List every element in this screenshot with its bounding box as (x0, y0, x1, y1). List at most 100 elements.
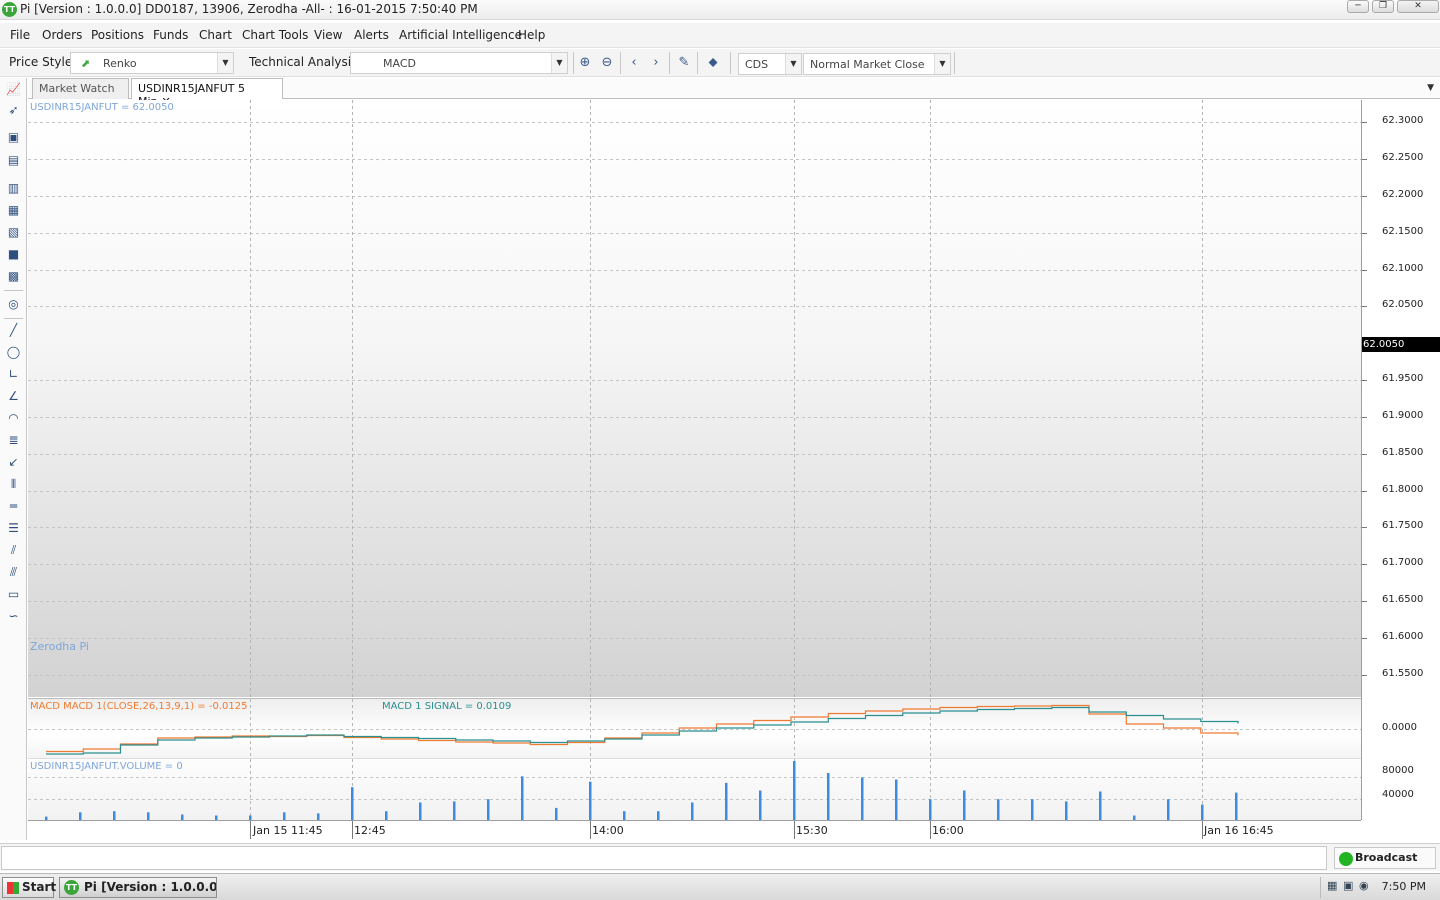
fibonacci-icon[interactable]: ≣ (5, 432, 22, 449)
drawing-tools-strip: 📈 ➶ ▣ ▤ ▥ ▦ ▧ ■ ▩ ◎ ╱ ◯ ∟ ∠ ◠ ≣ ↙ ⦀ ═ ☰ … (0, 78, 27, 840)
start-button[interactable]: Start (2, 877, 56, 898)
price-panel[interactable]: USDINR15JANFUT = 62.0050 Zerodha Pi (28, 100, 1361, 697)
market-type-value: Normal Market Close (810, 58, 925, 71)
close-window-button[interactable]: ✕ (1397, 0, 1439, 13)
menu-alerts[interactable]: Alerts (354, 28, 389, 42)
zoom-in-icon[interactable]: ⊕ (576, 54, 594, 72)
network-icon[interactable]: ▦ (1327, 879, 1341, 893)
chart-area[interactable]: USDINR15JANFUT = 62.0050 Zerodha Pi MACD… (28, 100, 1361, 821)
volume-plot (28, 759, 1361, 821)
chart-toolbar: Price Style ⬈ Renko ▼ Technical Analysis… (0, 49, 1440, 77)
parallel-lines-icon[interactable]: ⫽ (5, 542, 22, 559)
maximize-button[interactable]: ❐ (1372, 0, 1394, 13)
zoom-out-icon[interactable]: ⊖ (598, 54, 616, 72)
toolbar-separator (730, 52, 731, 74)
ellipse-icon[interactable]: ◯ (5, 344, 22, 361)
price-axis[interactable]: 62.0050 0.0000 80000 40000 62.3000 62.250… (1361, 100, 1440, 820)
tab-chart-usdinr[interactable]: USDINR15JANFUT 5 Min✕ (131, 78, 283, 108)
tab-bar: Market Watch USDINR15JANFUT 5 Min✕ ▼ (28, 78, 1440, 108)
template-icon[interactable]: ▤ (5, 152, 22, 169)
price-series-label: USDINR15JANFUT = 62.0050 (30, 102, 174, 113)
price-tick-label: 61.7500 (1382, 520, 1424, 532)
chevron-down-icon[interactable]: ▼ (785, 54, 801, 74)
price-tick-mark (1362, 122, 1367, 123)
time-tick-mark (590, 821, 591, 839)
horizontal-line-icon[interactable]: ═ (5, 498, 22, 515)
price-tick-mark (1362, 380, 1367, 381)
broadcast-status-icon (1339, 852, 1353, 866)
volume-bar (929, 799, 932, 821)
briefcase-dark-icon[interactable]: ■ (5, 246, 22, 263)
volume-bar (351, 787, 354, 821)
arrow-icon[interactable]: ↙ (5, 454, 22, 471)
rectangle-icon[interactable]: ▭ (5, 586, 22, 603)
volume-series-label: USDINR15JANFUT.VOLUME = 0 (30, 761, 183, 772)
menu-positions[interactable]: Positions (91, 28, 144, 42)
book-check-icon[interactable]: ▦ (5, 202, 22, 219)
time-axis[interactable]: Jan 15 11:45 12:45 14:00 15:30 16:00 Jan… (28, 820, 1361, 840)
vertical-lines-icon[interactable]: ⦀ (5, 476, 22, 493)
macd-panel[interactable]: MACD MACD 1(CLOSE,26,13,9,1) = -0.0125 M… (28, 698, 1361, 759)
scroll-left-icon[interactable]: ‹ (625, 54, 643, 72)
trend-line-icon[interactable]: ╱ (5, 322, 22, 339)
price-tick-label: 62.1000 (1382, 262, 1424, 274)
price-style-label: Price Style (9, 55, 73, 69)
menu-help[interactable]: Help (518, 28, 545, 42)
scroll-right-icon[interactable]: › (647, 54, 665, 72)
tab-list-chevron-icon[interactable]: ▼ (1427, 83, 1434, 93)
volume-bar (453, 801, 456, 821)
tab-label: Market Watch (39, 82, 115, 95)
chevron-down-icon[interactable]: ▼ (934, 54, 950, 74)
price-style-select[interactable]: ⬈ Renko ▼ (70, 52, 234, 74)
briefcase-icon[interactable]: ▧ (5, 224, 22, 241)
save-icon[interactable]: ▣ (5, 129, 22, 146)
edit-icon[interactable]: ✎ (675, 54, 693, 72)
menu-chart[interactable]: Chart (199, 28, 232, 42)
eraser-icon[interactable]: ⬥ (704, 54, 722, 72)
taskbar-item-pi[interactable]: TT Pi [Version : 1.0.0.0] D... (59, 877, 217, 898)
time-tick-mark (250, 821, 251, 839)
market-type-select[interactable]: Normal Market Close ▼ (803, 53, 951, 75)
menu-chart-tools[interactable]: Chart Tools (242, 28, 308, 42)
broadcast-indicator[interactable]: Broadcast (1334, 847, 1436, 869)
price-tick-label: 61.5500 (1382, 667, 1424, 679)
price-tick-mark (1362, 564, 1367, 565)
window-title: Pi [Version : 1.0.0.0] DD0187, 13906, Ze… (20, 2, 478, 16)
menu-file[interactable]: File (10, 28, 30, 42)
zerodha-pi-watermark: Zerodha Pi (30, 640, 89, 653)
ray-icon[interactable]: ∟ (5, 366, 22, 383)
arc-icon[interactable]: ◠ (5, 410, 22, 427)
chevron-down-icon[interactable]: ▼ (217, 53, 233, 73)
rocket-icon[interactable]: ➶ (5, 102, 22, 119)
toolbar-separator (697, 52, 698, 74)
angle-icon[interactable]: ∠ (5, 388, 22, 405)
chevron-down-icon[interactable]: ▼ (551, 53, 567, 73)
globe-icon[interactable]: ◎ (5, 296, 22, 313)
menu-artificial-intelligence[interactable]: Artificial Intelligence (399, 28, 522, 42)
pitchfork-icon[interactable]: ⫻ (5, 564, 22, 581)
volume-bar (1201, 804, 1204, 821)
menu-orders[interactable]: Orders (42, 28, 82, 42)
volume-bar (997, 799, 1000, 821)
tool-separator (4, 290, 23, 291)
price-tick-mark (1362, 233, 1367, 234)
line-chart-icon[interactable]: 📈 (5, 81, 22, 98)
text-icon[interactable]: ∽ (5, 608, 22, 625)
taskbar-item-label: Pi [Version : 1.0.0.0] D... (84, 880, 217, 894)
exchange-select[interactable]: CDS ▼ (738, 53, 802, 75)
book-icon[interactable]: ▥ (5, 180, 22, 197)
menu-view[interactable]: View (314, 28, 342, 42)
minimize-button[interactable]: ─ (1347, 0, 1369, 13)
toolbar-separator (669, 52, 670, 74)
time-tick-mark (352, 821, 353, 839)
time-tick-mark (1202, 821, 1203, 839)
briefcase-add-icon[interactable]: ▩ (5, 268, 22, 285)
indicator-select[interactable]: MACD ▼ (350, 52, 568, 74)
tab-market-watch[interactable]: Market Watch (32, 78, 129, 99)
monitor-icon[interactable]: ▣ (1343, 879, 1357, 893)
volume-icon[interactable]: ◉ (1359, 879, 1373, 893)
volume-panel[interactable]: USDINR15JANFUT.VOLUME = 0 (28, 758, 1361, 821)
menu-funds[interactable]: Funds (153, 28, 188, 42)
channel-icon[interactable]: ☰ (5, 520, 22, 537)
price-tick-mark (1362, 417, 1367, 418)
